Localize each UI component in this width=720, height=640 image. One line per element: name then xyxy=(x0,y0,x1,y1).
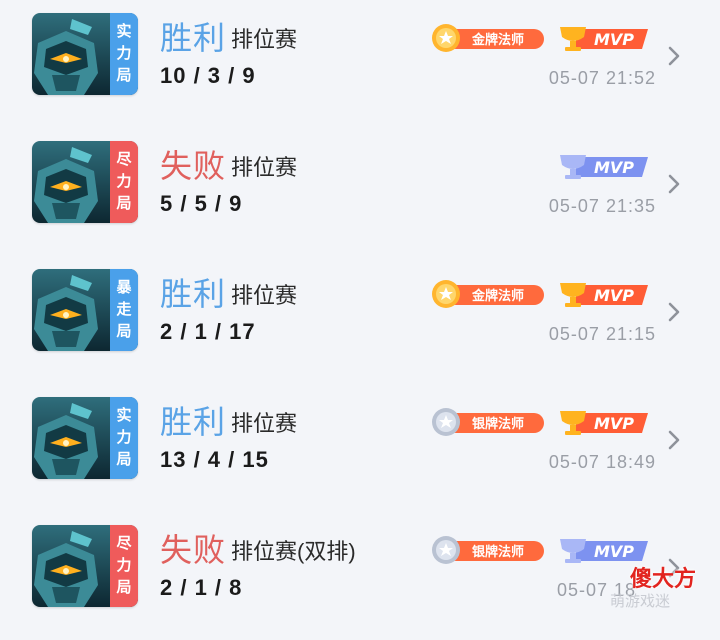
medal-label: 银牌法师 xyxy=(472,416,524,432)
kda-score: 2 / 1 / 17 xyxy=(160,319,256,344)
kda-score: 2 / 1 / 8 xyxy=(160,575,243,600)
chevron-right-icon[interactable] xyxy=(664,172,684,196)
match-mode-tag: 实 力 局 xyxy=(110,397,138,479)
trophy-icon: MVP xyxy=(560,539,648,563)
mvp-label: MVP xyxy=(594,158,634,177)
medal-icon: 金牌法师 xyxy=(432,280,544,308)
mode-char: 尽 xyxy=(116,535,132,552)
mode-char: 力 xyxy=(116,173,132,190)
watermark-subtext: 萌游戏迷 xyxy=(610,593,671,610)
medal-badge: 金牌法师 xyxy=(430,24,548,52)
match-result: 胜利 xyxy=(160,404,227,440)
mvp-label: MVP xyxy=(594,414,634,433)
game-type: 排位赛 xyxy=(231,155,298,180)
match-result: 失败 xyxy=(160,532,227,568)
trophy-icon: MVP xyxy=(560,27,648,51)
medal-badge: 银牌法师 xyxy=(430,536,548,564)
mvp-badge: MVP xyxy=(556,536,656,564)
mode-char: 力 xyxy=(116,429,132,446)
watermark-text: 傻大方 xyxy=(630,566,697,591)
match-result: 胜利 xyxy=(160,276,227,312)
match-result: 胜利 xyxy=(160,20,227,56)
medal-label: 金牌法师 xyxy=(471,32,524,48)
medal-label: 金牌法师 xyxy=(471,288,524,304)
mode-char: 局 xyxy=(116,451,132,468)
mode-char: 尽 xyxy=(116,151,132,168)
medal-icon: 金牌法师 xyxy=(432,24,544,52)
match-mode-tag: 实 力 局 xyxy=(110,13,138,95)
match-row[interactable]: 暴 走 局 胜利 排位赛 2 / 1 / 17 金牌法师 MVP 05-07 2… xyxy=(0,256,720,384)
mvp-label: MVP xyxy=(594,286,634,305)
mode-char: 局 xyxy=(116,195,132,212)
chevron-right-icon[interactable] xyxy=(664,44,684,68)
trophy-icon: MVP xyxy=(560,411,648,435)
mvp-badge: MVP xyxy=(556,152,656,180)
chevron-right-icon[interactable] xyxy=(664,428,684,452)
hero-avatar: 尽 力 局 xyxy=(32,525,138,607)
hero-avatar: 实 力 局 xyxy=(32,13,138,95)
medal-badge: 金牌法师 xyxy=(430,280,548,308)
match-row[interactable]: 实 力 局 胜利 排位赛 13 / 4 / 15 银牌法师 MVP 05-07 … xyxy=(0,384,720,512)
trophy-icon: MVP xyxy=(560,155,648,179)
medal-icon: 银牌法师 xyxy=(432,408,544,436)
mvp-badge: MVP xyxy=(556,280,656,308)
match-mode-tag: 尽 力 局 xyxy=(110,525,138,607)
mvp-badge: MVP xyxy=(556,24,656,52)
match-time: 05-07 18:49 xyxy=(548,452,656,472)
game-type: 排位赛(双排) xyxy=(231,539,356,564)
game-type: 排位赛 xyxy=(231,411,298,436)
medal-icon: 银牌法师 xyxy=(432,536,544,564)
mvp-badge: MVP xyxy=(556,408,656,436)
match-time: 05-07 21:15 xyxy=(548,324,656,344)
hero-avatar: 尽 力 局 xyxy=(32,141,138,223)
match-mode-tag: 尽 力 局 xyxy=(110,141,138,223)
hero-avatar: 实 力 局 xyxy=(32,397,138,479)
hero-avatar: 暴 走 局 xyxy=(32,269,138,351)
match-row[interactable]: 尽 力 局 失败 排位赛(双排) 2 / 1 / 8 银牌法师 MVP 05-0… xyxy=(0,512,720,640)
medal-label: 银牌法师 xyxy=(472,544,524,560)
kda-score: 5 / 5 / 9 xyxy=(160,191,243,216)
mvp-label: MVP xyxy=(594,30,634,49)
mode-char: 力 xyxy=(116,45,132,62)
match-row[interactable]: 实 力 局 胜利 排位赛 10 / 3 / 9 金牌法师 MVP 05-07 2… xyxy=(0,0,720,128)
mvp-label: MVP xyxy=(594,542,634,561)
mode-char: 力 xyxy=(116,557,132,574)
mode-char: 局 xyxy=(116,579,132,596)
kda-score: 10 / 3 / 9 xyxy=(160,63,256,88)
match-time: 05-07 21:35 xyxy=(548,196,656,216)
match-history-list: 实 力 局 胜利 排位赛 10 / 3 / 9 金牌法师 MVP 05-07 2… xyxy=(0,0,720,617)
kda-score: 13 / 4 / 15 xyxy=(160,447,269,472)
mode-char: 实 xyxy=(116,23,132,40)
trophy-icon: MVP xyxy=(560,283,648,307)
match-row[interactable]: 尽 力 局 失败 排位赛 5 / 5 / 9 MVP 05-07 21:35 xyxy=(0,128,720,256)
medal-badge: 银牌法师 xyxy=(430,408,548,436)
mode-char: 走 xyxy=(116,301,132,318)
mode-char: 实 xyxy=(116,407,132,424)
match-result: 失败 xyxy=(160,148,227,184)
match-mode-tag: 暴 走 局 xyxy=(110,269,138,351)
mode-char: 局 xyxy=(116,323,132,340)
match-time: 05-07 21:52 xyxy=(548,68,656,88)
game-type: 排位赛 xyxy=(231,283,298,308)
chevron-right-icon[interactable] xyxy=(664,300,684,324)
game-type: 排位赛 xyxy=(231,27,298,52)
mode-char: 局 xyxy=(116,67,132,84)
mode-char: 暴 xyxy=(116,279,132,296)
